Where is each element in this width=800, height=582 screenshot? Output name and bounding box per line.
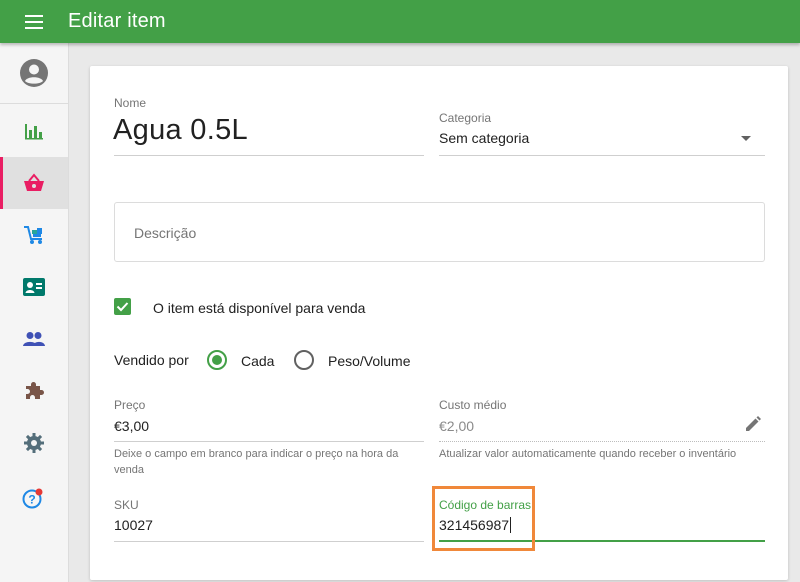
barcode-label: Código de barras xyxy=(439,498,532,512)
category-select[interactable]: Sem categoria xyxy=(439,130,765,152)
sidebar-item-account[interactable] xyxy=(0,47,68,99)
checkmark-icon xyxy=(116,302,129,312)
available-label: O item está disponível para venda xyxy=(153,300,366,316)
name-label: Nome xyxy=(114,96,147,110)
price-underline xyxy=(114,441,424,442)
barcode-underline-focused xyxy=(439,540,765,542)
app-bar: Editar item xyxy=(0,0,800,43)
text-cursor xyxy=(510,517,512,533)
description-placeholder: Descrição xyxy=(134,225,197,241)
category-underline xyxy=(439,155,765,156)
hamburger-menu-icon xyxy=(25,14,43,29)
svg-text:?: ? xyxy=(28,493,35,507)
pencil-icon xyxy=(746,416,761,431)
bar-chart-icon xyxy=(25,124,43,140)
sold-by-label: Vendido por xyxy=(114,352,189,368)
basket-icon xyxy=(24,173,44,191)
sku-input[interactable]: 10027 xyxy=(114,517,153,533)
barcode-input[interactable]: 321456987 xyxy=(439,517,512,533)
available-checkbox[interactable] xyxy=(114,298,131,315)
name-underline xyxy=(114,155,424,156)
radio-each[interactable] xyxy=(207,350,227,370)
sidebar-item-customers[interactable] xyxy=(0,313,68,365)
sku-underline xyxy=(114,541,424,542)
sidebar-item-settings[interactable] xyxy=(0,417,68,469)
sidebar-item-inventory[interactable] xyxy=(0,209,68,261)
price-helper-line1: Deixe o campo em branco para indicar o p… xyxy=(114,448,399,460)
edit-cost-button[interactable] xyxy=(740,411,766,437)
cost-label: Custo médio xyxy=(439,398,507,412)
radio-each-label: Cada xyxy=(241,353,275,369)
sidebar: ? xyxy=(0,43,69,582)
price-input[interactable]: €3,00 xyxy=(114,418,149,434)
cost-underline xyxy=(439,441,765,442)
price-helper-line2: venda xyxy=(114,464,144,476)
name-input[interactable]: Agua 0.5L xyxy=(113,114,248,147)
sidebar-item-help[interactable]: ? xyxy=(0,473,68,525)
sidebar-item-items[interactable] xyxy=(0,157,68,209)
menu-button[interactable] xyxy=(0,0,68,43)
inventory-cart-icon xyxy=(24,226,42,244)
category-value: Sem categoria xyxy=(439,130,530,146)
radio-weight-volume-label: Peso/Volume xyxy=(328,353,411,369)
people-icon xyxy=(23,332,45,346)
price-label: Preço xyxy=(114,398,146,412)
gear-icon xyxy=(24,433,44,453)
puzzle-icon xyxy=(26,382,44,399)
cost-helper: Atualizar valor automaticamente quando r… xyxy=(439,448,737,460)
page-title: Editar item xyxy=(68,10,166,32)
sidebar-item-employees[interactable] xyxy=(0,261,68,313)
sidebar-item-integrations[interactable] xyxy=(0,365,68,417)
help-icon: ? xyxy=(22,488,43,509)
sidebar-divider xyxy=(0,103,68,104)
barcode-value: 321456987 xyxy=(439,517,510,533)
badge-icon xyxy=(23,278,45,296)
sidebar-item-reports[interactable] xyxy=(0,105,68,157)
category-label: Categoria xyxy=(439,111,492,125)
radio-weight-volume[interactable] xyxy=(294,350,314,370)
account-circle-icon xyxy=(20,59,48,87)
item-form-card: Nome Agua 0.5L Categoria Sem categoria D… xyxy=(90,66,788,580)
cost-input: €2,00 xyxy=(439,418,475,434)
description-field[interactable]: Descrição xyxy=(114,202,765,262)
sku-label: SKU xyxy=(114,498,139,512)
dropdown-arrow-icon xyxy=(741,136,751,141)
